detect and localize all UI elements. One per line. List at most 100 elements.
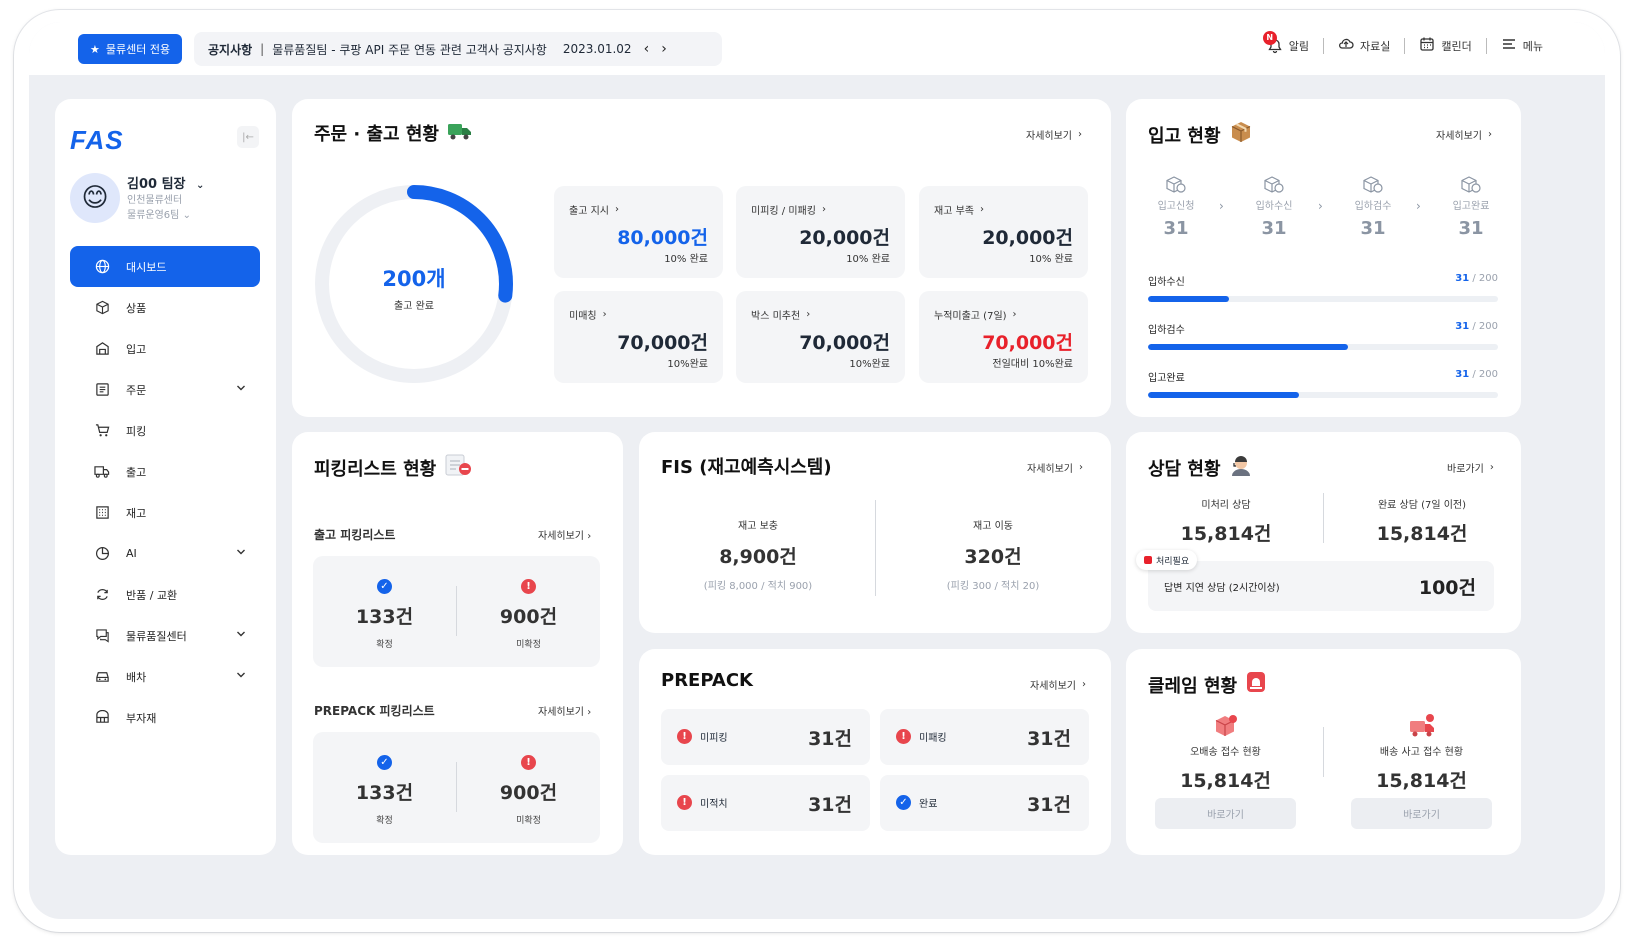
prepack-label: ! 미피킹 bbox=[677, 729, 728, 744]
sidebar-item-return[interactable]: 반품 / 교환 bbox=[70, 574, 260, 615]
fis-more-link[interactable]: 자세히보기 › bbox=[1027, 460, 1083, 475]
sidebar-item-dispatch[interactable]: 배차 bbox=[70, 656, 260, 697]
chevron-down-icon[interactable] bbox=[236, 547, 246, 560]
chevron-right-icon: › bbox=[1012, 309, 1017, 320]
stat-card-stock-shortage[interactable]: 재고 부족 › 20,000건 10% 완료 bbox=[919, 186, 1088, 278]
menu-button[interactable]: 메뉴 bbox=[1487, 36, 1557, 55]
progress-track bbox=[1148, 392, 1498, 398]
prepack-item-done[interactable]: ✓ 완료 31건 bbox=[880, 775, 1089, 831]
delivery-accident-go-button[interactable]: 바로가기 bbox=[1351, 798, 1492, 829]
more-label: 자세히보기 bbox=[1436, 131, 1482, 142]
progress-label: 입고완료 bbox=[1148, 373, 1185, 384]
chevron-down-icon[interactable] bbox=[236, 629, 246, 642]
sidebar-item-label: 피킹 bbox=[126, 424, 147, 438]
user-name-dropdown[interactable]: 김00 팀장 ⌄ bbox=[127, 173, 204, 192]
box-icon bbox=[94, 300, 110, 316]
prepack-picking-more-link[interactable]: 자세히보기 › bbox=[538, 703, 591, 718]
step-inbound-complete[interactable]: 입고완료 31 bbox=[1441, 175, 1501, 239]
sidebar-item-order[interactable]: 주문 bbox=[70, 369, 260, 410]
inbound-card: 입고 현황 자세히보기 › 입고신청 31 › 입하수신 31 › 입하검수 31… bbox=[1126, 99, 1521, 417]
delay-consult-box[interactable]: 답변 지연 상담 (2시간이상) 100건 bbox=[1148, 561, 1494, 611]
warning-icon: ! bbox=[677, 795, 692, 810]
fis-move[interactable]: 재고 이동 320건 (피킹 300 / 적치 20) bbox=[878, 517, 1108, 592]
user-team[interactable]: 물류운영6팀 bbox=[127, 210, 179, 221]
chevron-down-icon[interactable] bbox=[236, 383, 246, 396]
confirmed-label: 확정 bbox=[376, 640, 393, 650]
outbound-picking-more-link[interactable]: 자세히보기 › bbox=[538, 527, 591, 542]
sidebar-item-inbound[interactable]: 입고 bbox=[70, 328, 260, 369]
prepack-item-unpicked[interactable]: ! 미피킹 31건 bbox=[661, 709, 870, 765]
sidebar-item-ai[interactable]: AI bbox=[70, 533, 260, 574]
notice-next-icon[interactable]: › bbox=[661, 41, 667, 57]
package-time-icon bbox=[1244, 175, 1304, 195]
stat-card-unpicked[interactable]: 미피킹 / 미패킹 › 20,000건 10% 완료 bbox=[736, 186, 905, 278]
prepack-label-text: 미적치 bbox=[700, 799, 728, 810]
confirmed-col[interactable]: ✓ 133건 확정 bbox=[313, 574, 456, 650]
confirmed-col[interactable]: ✓ 133건 확정 bbox=[313, 750, 456, 826]
avatar[interactable]: 😊 bbox=[70, 173, 120, 223]
sidebar-item-quality-center[interactable]: 물류품질센터 bbox=[70, 615, 260, 656]
consult-more-link[interactable]: 바로가기 › bbox=[1447, 460, 1494, 475]
chevron-right-icon: › bbox=[1416, 199, 1421, 213]
consult-card: 상담 현황 바로가기 › 미처리 상담 15,814건 완료 상담 (7일 이전)… bbox=[1126, 432, 1521, 633]
material-icon bbox=[94, 710, 110, 726]
unconfirmed-col[interactable]: ! 900건 미확정 bbox=[457, 750, 600, 826]
calendar-button[interactable]: 캘린더 bbox=[1405, 36, 1485, 55]
confirmed-value: 133건 bbox=[355, 606, 414, 628]
notice-prev-icon[interactable]: ‹ bbox=[644, 41, 650, 57]
claim-title-text: 클레임 현황 bbox=[1148, 675, 1238, 697]
delay-value: 100건 bbox=[1418, 577, 1476, 599]
center-only-label: 물류센터 전용 bbox=[105, 43, 171, 56]
inbound-more-link[interactable]: 자세히보기 › bbox=[1436, 127, 1492, 142]
chevron-right-icon: › bbox=[821, 204, 826, 215]
menu-icon bbox=[1501, 36, 1517, 55]
sidebar-item-materials[interactable]: 부자재 bbox=[70, 697, 260, 738]
claim-title: 클레임 현황 bbox=[1148, 670, 1267, 699]
more-label: 자세히보기 bbox=[538, 531, 584, 542]
sidebar-item-outbound[interactable]: 출고 bbox=[70, 451, 260, 492]
stat-card-box-unrecommended[interactable]: 박스 미추천 › 70,000건 10%완료 bbox=[736, 291, 905, 383]
chevron-down-icon[interactable] bbox=[236, 670, 246, 683]
pending-consult[interactable]: 미처리 상담 15,814건 bbox=[1134, 496, 1318, 546]
sidebar-item-inventory[interactable]: 재고 bbox=[70, 492, 260, 533]
sidebar-item-product[interactable]: 상품 bbox=[70, 287, 260, 328]
stat-card-cumulative-unshipped[interactable]: 누적미출고 (7일) › 70,000건 전일대비 10%완료 bbox=[919, 291, 1088, 383]
divider bbox=[875, 500, 876, 596]
sidebar-item-label: 입고 bbox=[126, 342, 147, 356]
chevron-right-icon: › bbox=[587, 531, 592, 542]
progress-current: 31 bbox=[1455, 273, 1470, 284]
done-consult[interactable]: 완료 상담 (7일 이전) 15,814건 bbox=[1328, 496, 1516, 546]
prepack-item-unstored[interactable]: ! 미적치 31건 bbox=[661, 775, 870, 831]
alarm-button[interactable]: N 알림 bbox=[1253, 30, 1323, 54]
notice-text[interactable]: 물류품질팀 - 쿠팡 API 주문 연동 관련 고객사 공지사항 bbox=[272, 41, 547, 58]
unconfirmed-col[interactable]: ! 900건 미확정 bbox=[457, 574, 600, 650]
claim-label: 오배송 접수 현황 bbox=[1190, 747, 1261, 758]
collapse-sidebar-button[interactable]: |← bbox=[237, 126, 259, 148]
sidebar-item-dashboard[interactable]: 대시보드 bbox=[70, 246, 260, 287]
step-value: 31 bbox=[1360, 218, 1386, 239]
files-button[interactable]: 자료실 bbox=[1324, 36, 1404, 55]
picking-title: 피킹리스트 현황 bbox=[314, 453, 474, 482]
fis-replenish[interactable]: 재고 보충 8,900건 (피킹 8,000 / 적치 900) bbox=[643, 517, 873, 592]
step-receipt[interactable]: 입하수신 31 bbox=[1244, 175, 1304, 239]
prepack-picking-box: ✓ 133건 확정 ! 900건 미확정 bbox=[313, 732, 600, 843]
sidebar-item-label: 주문 bbox=[126, 383, 147, 397]
notice-bar[interactable]: 공지사항 | 물류품질팀 - 쿠팡 API 주문 연동 관련 고객사 공지사항 … bbox=[194, 32, 722, 66]
more-label: 자세히보기 bbox=[1030, 681, 1076, 692]
misdelivery-go-button[interactable]: 바로가기 bbox=[1155, 798, 1296, 829]
center-only-button[interactable]: ★ 물류센터 전용 bbox=[78, 34, 183, 64]
sidebar-item-picking[interactable]: 피킹 bbox=[70, 410, 260, 451]
fas-logo[interactable]: FAS bbox=[70, 125, 124, 156]
more-label: 자세히보기 bbox=[1027, 464, 1073, 475]
stat-label-text: 박스 미추천 bbox=[751, 311, 801, 322]
prepack-item-unpacked[interactable]: ! 미패킹 31건 bbox=[880, 709, 1089, 765]
stat-label: 재고 부족 › bbox=[934, 202, 984, 217]
stat-label-text: 출고 지시 bbox=[569, 206, 609, 217]
fis-value: 320건 bbox=[964, 546, 1022, 568]
step-inspection[interactable]: 입하검수 31 bbox=[1343, 175, 1403, 239]
step-inbound-request[interactable]: 입고신청 31 bbox=[1146, 175, 1206, 239]
orders-more-link[interactable]: 자세히보기 › bbox=[1026, 127, 1082, 142]
stat-card-outbound-order[interactable]: 출고 지시 › 80,000건 10% 완료 bbox=[554, 186, 723, 278]
stat-card-unmatched[interactable]: 미매칭 › 70,000건 10%완료 bbox=[554, 291, 723, 383]
prepack-more-link[interactable]: 자세히보기 › bbox=[1030, 677, 1086, 692]
